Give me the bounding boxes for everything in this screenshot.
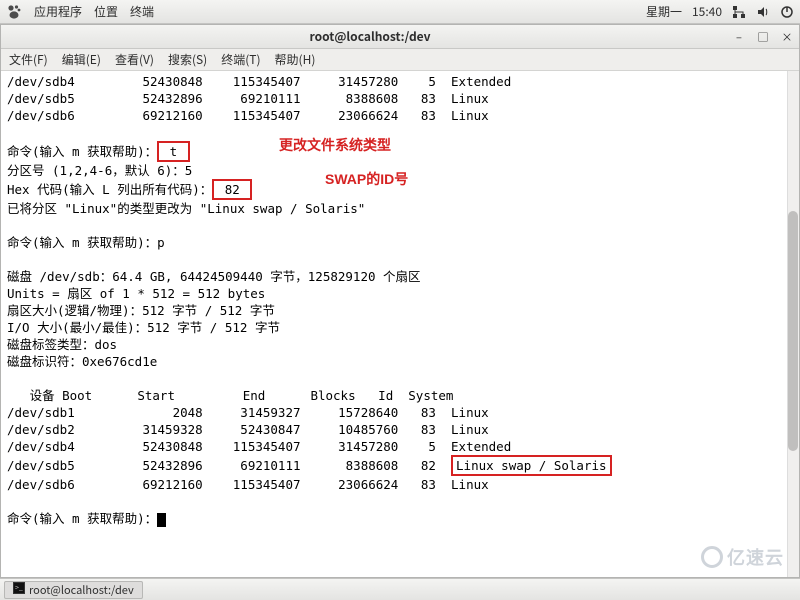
volume-icon[interactable] (756, 5, 770, 19)
terminal-icon: >_ (13, 582, 25, 598)
topbar-menu-terminal[interactable]: 终端 (130, 3, 154, 20)
menu-edit[interactable]: 编辑(E) (62, 51, 101, 68)
annotation-swap-id: SWAP的ID号 (325, 171, 408, 188)
window-close-button[interactable]: × (781, 31, 793, 43)
menu-terminal[interactable]: 终端(T) (221, 51, 260, 68)
svg-text:>_: >_ (15, 583, 23, 593)
taskbar-item-terminal[interactable]: >_ root@localhost:/dev (4, 581, 143, 599)
network-icon[interactable] (732, 5, 746, 19)
watermark-text: 亿速云 (727, 544, 784, 570)
topbar-menu-applications[interactable]: 应用程序 (34, 3, 82, 20)
window-titlebar[interactable]: root@localhost:/dev – □ × (1, 25, 799, 49)
window-minimize-button[interactable]: – (733, 31, 745, 43)
annotation-change-fs-type: 更改文件系统类型 (279, 137, 391, 154)
terminal-output[interactable]: /dev/sdb4 52430848 115345407 31457280 5 … (1, 71, 799, 577)
power-icon[interactable] (780, 5, 794, 19)
terminal-menubar: 文件(F) 编辑(E) 查看(V) 搜索(S) 终端(T) 帮助(H) (1, 49, 799, 71)
terminal-scrollbar[interactable] (787, 71, 799, 577)
taskbar-item-label: root@localhost:/dev (29, 582, 134, 598)
gnome-foot-icon (6, 4, 22, 20)
menu-file[interactable]: 文件(F) (9, 51, 48, 68)
watermark-icon (701, 546, 723, 568)
menu-view[interactable]: 查看(V) (115, 51, 154, 68)
topbar-menu-places[interactable]: 位置 (94, 3, 118, 20)
window-maximize-button[interactable]: □ (757, 31, 769, 43)
menu-help[interactable]: 帮助(H) (275, 51, 316, 68)
menu-search[interactable]: 搜索(S) (168, 51, 207, 68)
window-title: root@localhost:/dev (7, 28, 733, 45)
clock-day[interactable]: 星期一 (646, 3, 682, 20)
gnome-top-panel: 应用程序 位置 终端 星期一 15:40 (0, 0, 800, 24)
terminal-window: root@localhost:/dev – □ × 文件(F) 编辑(E) 查看… (0, 24, 800, 578)
terminal-text: /dev/sdb4 52430848 115345407 31457280 5 … (7, 73, 793, 527)
scrollbar-thumb[interactable] (788, 211, 798, 451)
watermark: 亿速云 (701, 544, 784, 570)
bottom-taskbar: >_ root@localhost:/dev (0, 578, 800, 600)
clock-time[interactable]: 15:40 (692, 3, 722, 20)
